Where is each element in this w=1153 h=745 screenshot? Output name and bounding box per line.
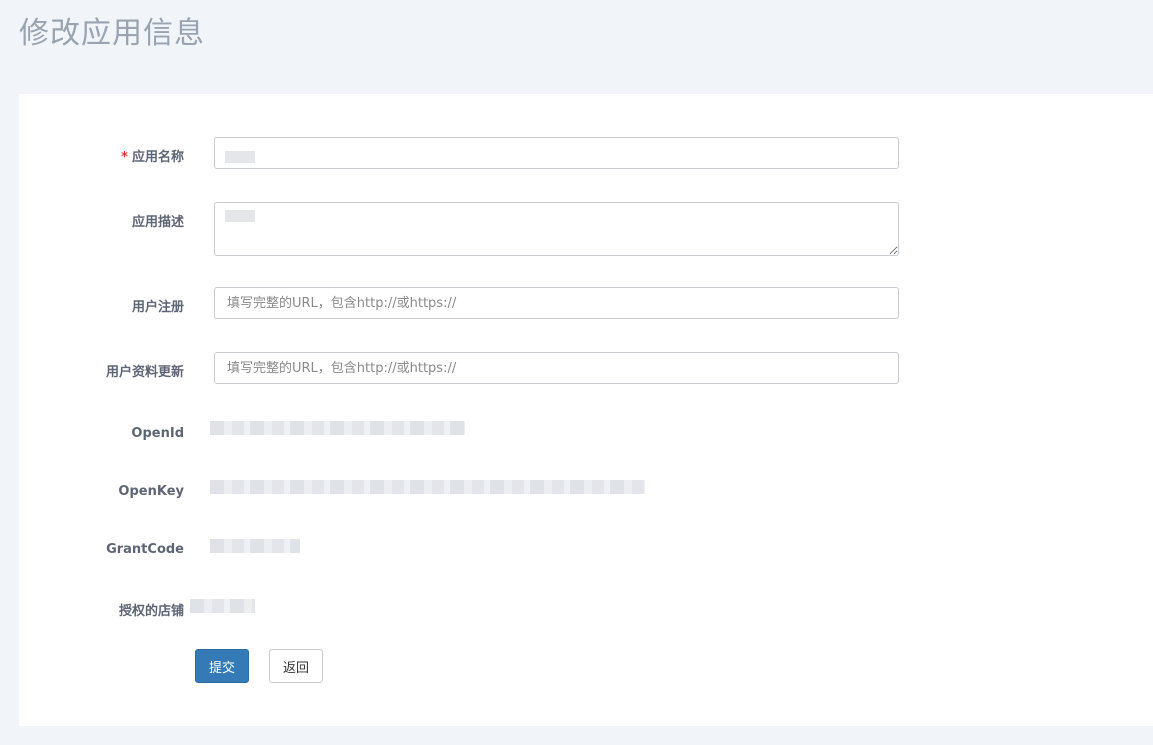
redacted-app-desc [225, 210, 255, 222]
user-profile-update-url-input[interactable] [214, 352, 899, 384]
redacted-open-id [210, 421, 465, 435]
submit-button[interactable]: 提交 [195, 649, 249, 683]
app-desc-label: 应用描述 [131, 215, 184, 230]
required-mark: * [121, 150, 128, 165]
redacted-authorized-shops [190, 599, 255, 613]
user-register-url-input[interactable] [214, 287, 899, 319]
grant-code-label: GrantCode [106, 542, 184, 557]
app-name-label: * 应用名称 [121, 146, 184, 165]
user-profile-update-label: 用户资料更新 [105, 365, 184, 380]
redacted-grant-code [210, 539, 300, 553]
user-register-label: 用户注册 [131, 300, 184, 315]
open-id-label: OpenId [131, 426, 184, 441]
open-key-label: OpenKey [118, 484, 184, 499]
page-title: 修改应用信息 [19, 16, 205, 51]
app-name-input[interactable] [214, 137, 899, 169]
form-panel: *应用名称 应用描述 用户注册 用户资料更新 OpenId OpenKey Gr… [19, 94, 1153, 726]
authorized-shops-label: 授权的店铺 [118, 604, 184, 619]
app-desc-textarea[interactable] [214, 202, 899, 256]
redacted-open-key [210, 480, 645, 494]
app-name-label-text: 应用名称 [131, 150, 184, 165]
back-button[interactable]: 返回 [269, 649, 323, 683]
redacted-app-name [225, 151, 255, 163]
